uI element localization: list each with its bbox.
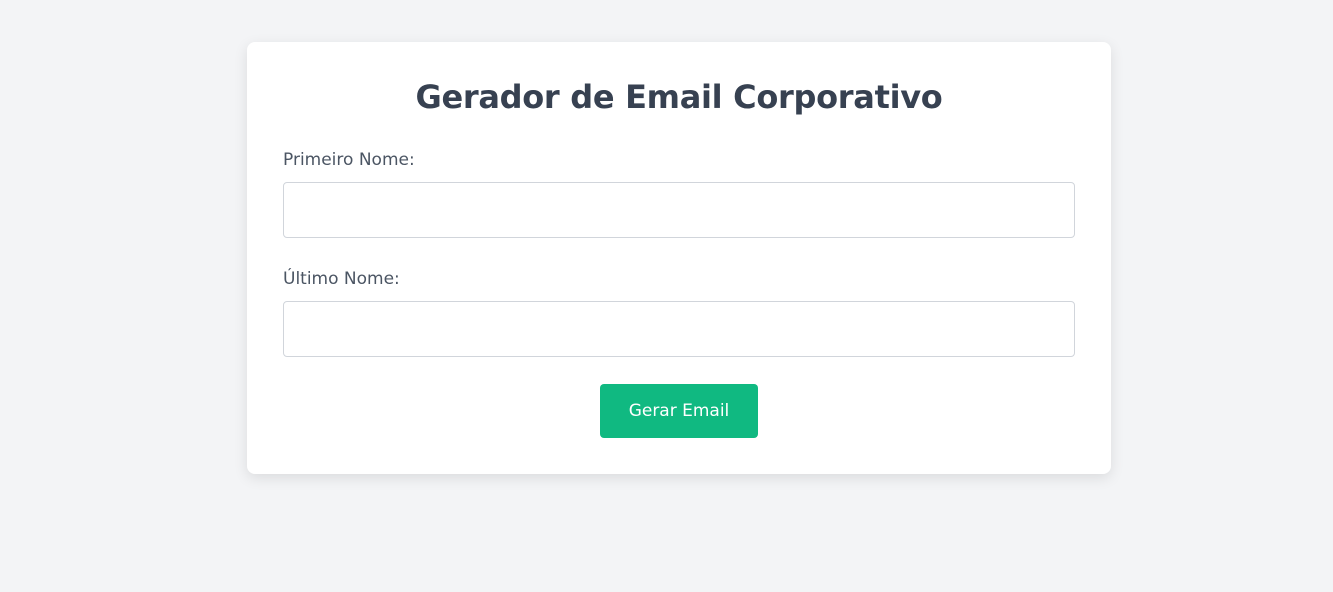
last-name-label: Último Nome: xyxy=(283,269,400,289)
generate-email-button[interactable]: Gerar Email xyxy=(600,384,758,438)
first-name-label: Primeiro Nome: xyxy=(283,150,415,170)
email-generator-card: Gerador de Email Corporativo Primeiro No… xyxy=(247,42,1111,474)
last-name-input[interactable] xyxy=(283,301,1075,357)
first-name-input[interactable] xyxy=(283,182,1075,238)
page-title: Gerador de Email Corporativo xyxy=(415,78,943,116)
